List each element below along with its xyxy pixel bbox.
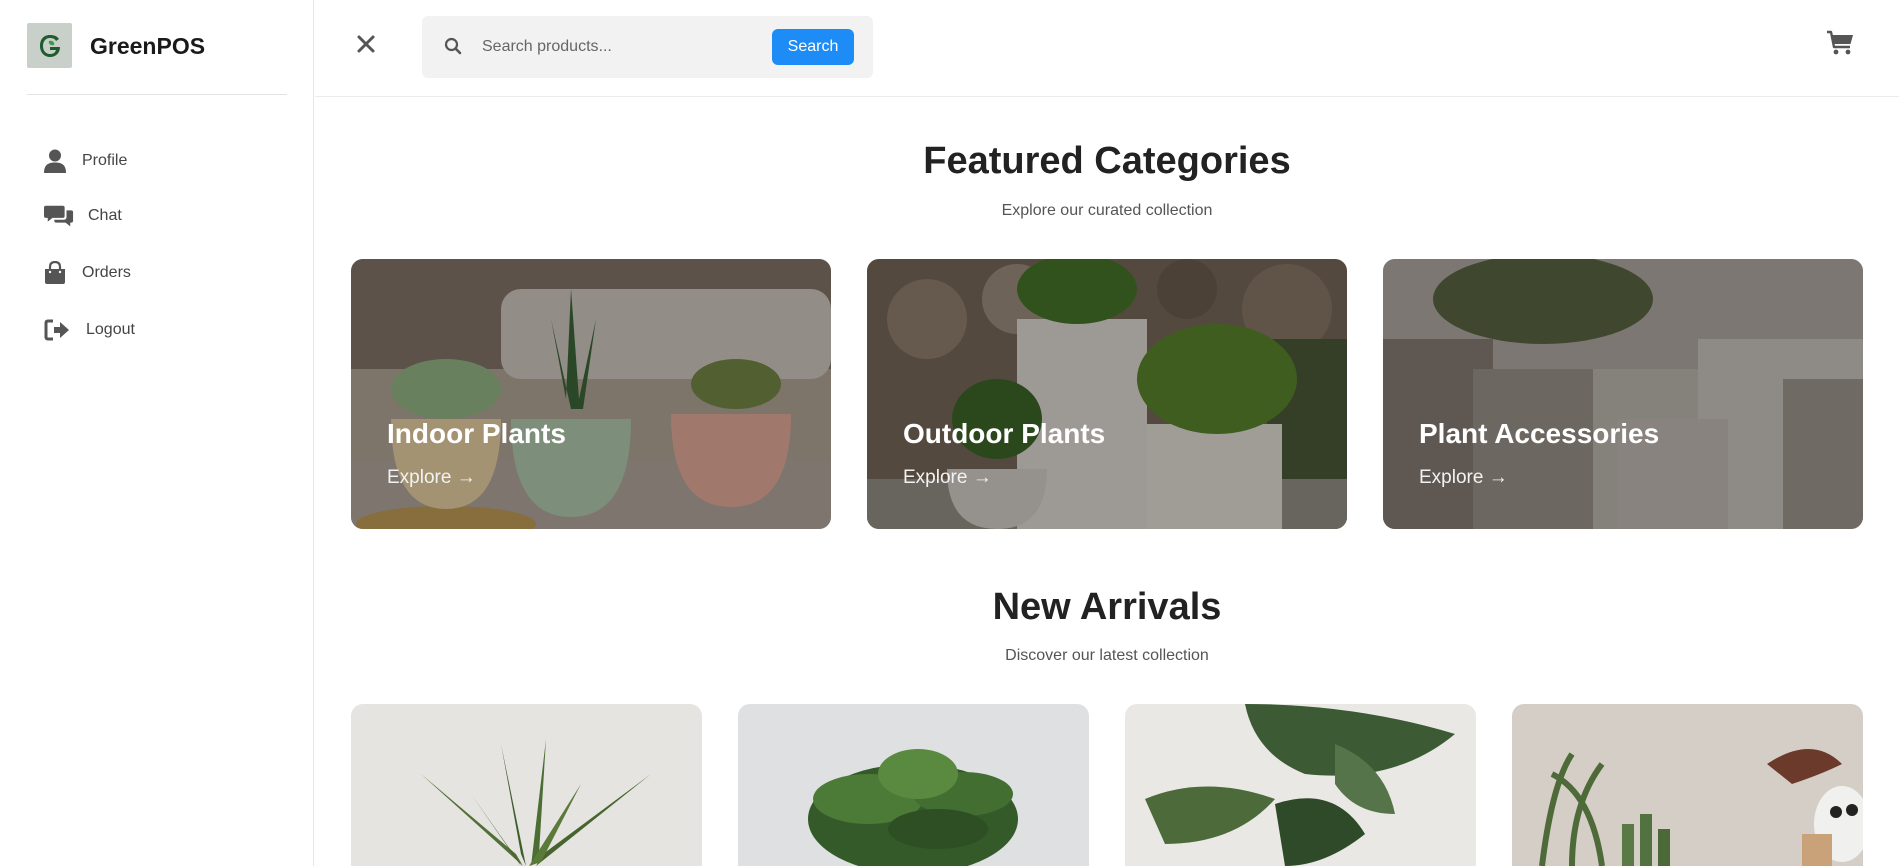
cart-button[interactable] xyxy=(1826,30,1856,60)
user-icon xyxy=(44,147,74,175)
category-title: Outdoor Plants xyxy=(903,418,1106,449)
arrivals-title: New Arrivals xyxy=(992,586,1222,628)
sidebar-item-logout[interactable]: Logout xyxy=(44,316,135,344)
sidebar-item-profile[interactable]: Profile xyxy=(44,147,127,175)
brand-logo[interactable] xyxy=(27,23,72,68)
sidebar-item-label: Logout xyxy=(86,321,135,338)
leaf-g-logo-icon xyxy=(39,34,60,57)
fiddle-leaf-image xyxy=(1125,704,1476,866)
product-card[interactable] xyxy=(738,704,1089,866)
category-card-indoor-plants[interactable]: Indoor Plants Explore → xyxy=(351,259,831,529)
snake-plant-image xyxy=(351,704,702,866)
category-explore-link[interactable]: Explore → xyxy=(1419,467,1508,489)
product-card[interactable] xyxy=(1512,704,1863,866)
top-header: Search xyxy=(315,0,1899,97)
cart-icon xyxy=(1827,30,1853,55)
chat-icon xyxy=(44,202,74,230)
close-button[interactable] xyxy=(355,33,377,55)
arrivals-subtitle: Discover our latest collection xyxy=(1005,647,1209,664)
sidebar-item-label: Profile xyxy=(82,152,128,169)
search-icon xyxy=(444,37,462,60)
succulent-arrangement-image xyxy=(1512,704,1863,866)
logout-icon xyxy=(44,316,74,344)
search-button[interactable]: Search xyxy=(772,29,854,65)
category-explore-link[interactable]: Explore → xyxy=(387,467,476,489)
featured-title: Featured Categories xyxy=(923,140,1291,182)
sidebar: GreenPOS Profile Chat Orders Logout xyxy=(0,0,314,866)
category-explore-link[interactable]: Explore → xyxy=(903,467,992,489)
sidebar-item-label: Orders xyxy=(82,264,131,281)
brand: GreenPOS xyxy=(27,23,287,95)
category-card-plant-accessories[interactable]: Plant Accessories Explore → xyxy=(1383,259,1863,529)
brand-name: GreenPOS xyxy=(90,33,206,59)
bag-icon xyxy=(44,259,74,287)
category-title: Indoor Plants xyxy=(387,418,566,449)
product-card[interactable] xyxy=(1125,704,1476,866)
search-bar: Search xyxy=(422,16,873,78)
sidebar-item-chat[interactable]: Chat xyxy=(44,202,122,230)
sidebar-item-orders[interactable]: Orders xyxy=(44,259,131,287)
rubber-plant-image xyxy=(738,704,1089,866)
category-card-outdoor-plants[interactable]: Outdoor Plants Explore → xyxy=(867,259,1347,529)
sidebar-item-label: Chat xyxy=(88,207,122,224)
category-title: Plant Accessories xyxy=(1419,418,1660,449)
product-card[interactable] xyxy=(351,704,702,866)
search-input[interactable] xyxy=(482,33,742,61)
close-icon xyxy=(357,35,375,53)
featured-subtitle: Explore our curated collection xyxy=(1001,202,1213,219)
